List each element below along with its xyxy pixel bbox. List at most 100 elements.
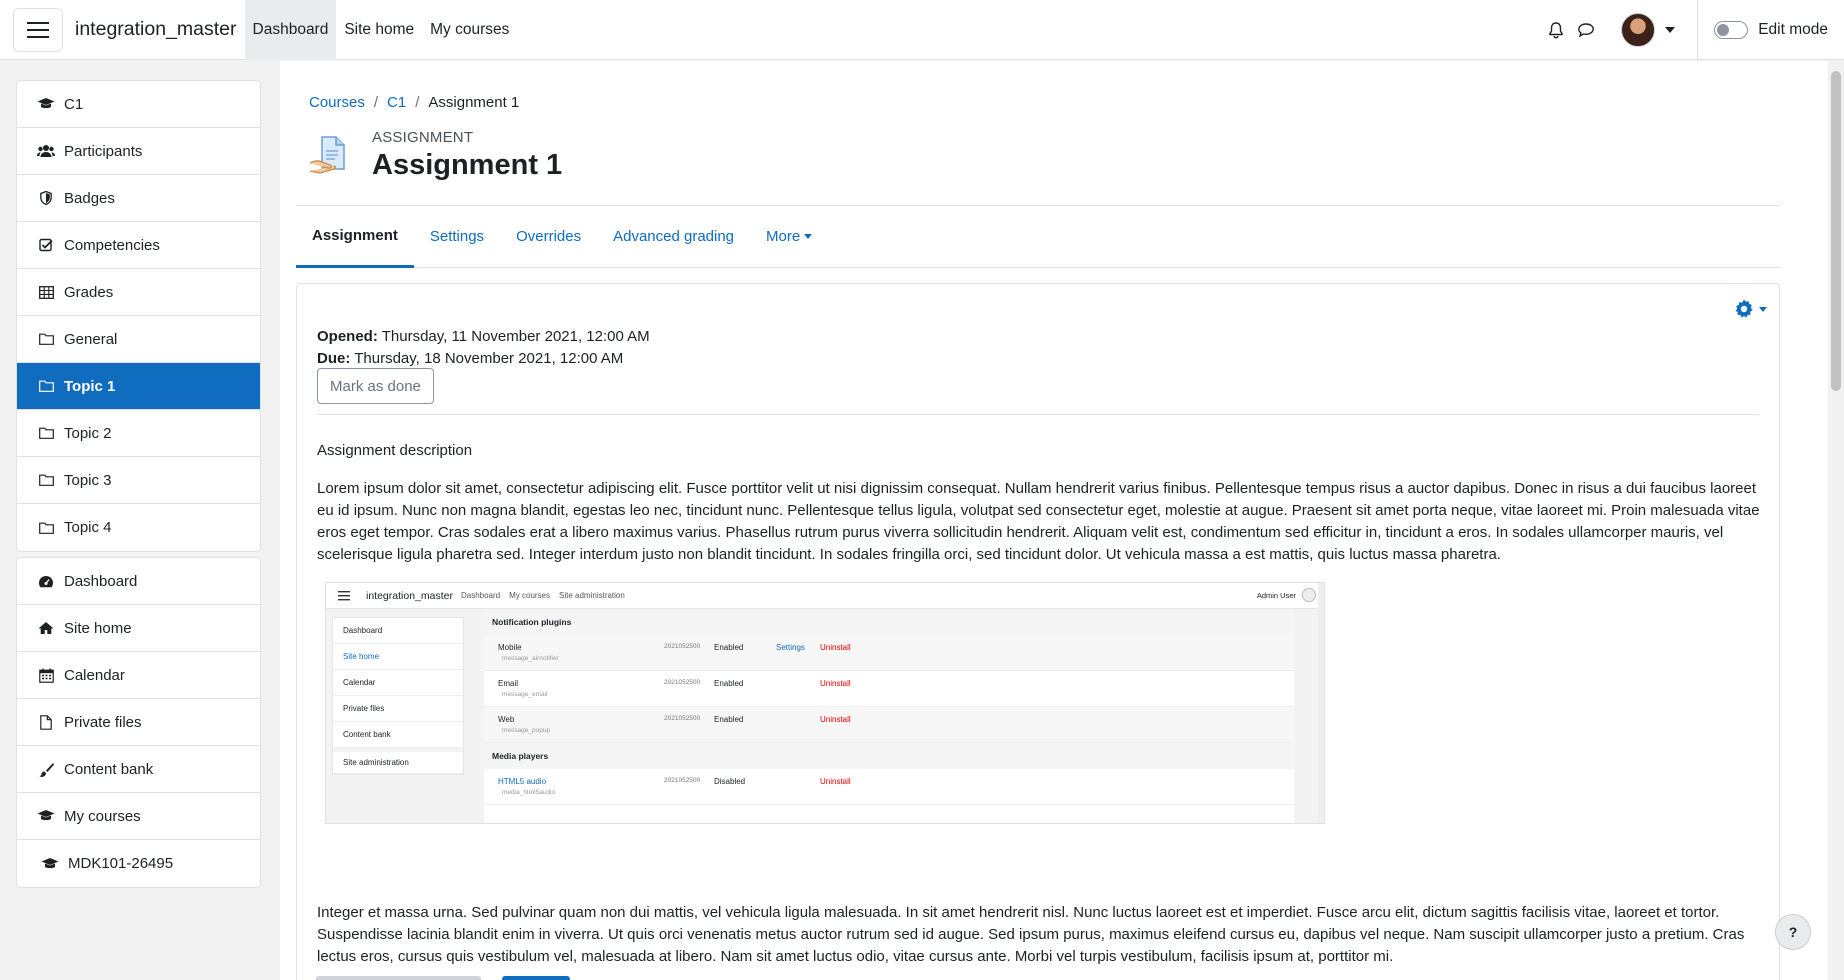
sidebar-item-label: Private files	[64, 713, 142, 731]
nav-my-courses[interactable]: My courses	[422, 0, 517, 60]
graduation-cap-icon	[37, 95, 55, 113]
hamburger-icon	[27, 21, 49, 38]
image-nav-link: Dashboard	[460, 591, 501, 600]
sidebar-item-label: Site home	[64, 619, 132, 637]
sidebar-item-grades[interactable]: Grades	[17, 269, 260, 316]
image-row-uninstall: Uninstall	[820, 715, 851, 724]
image-row: HTML5 audio media_html5audio 2021052500 …	[484, 769, 1294, 805]
notifications-button[interactable]	[1541, 15, 1571, 45]
sidebar-item-general[interactable]: General	[17, 316, 260, 363]
hamburger-icon	[338, 591, 350, 603]
breadcrumb-separator: /	[373, 94, 379, 111]
breadcrumb: Courses / C1 / Assignment 1	[309, 94, 519, 111]
image-row-sub: message_email	[502, 691, 548, 698]
edit-mode-label: Edit mode	[1758, 21, 1828, 38]
tab-assignment[interactable]: Assignment	[296, 206, 414, 268]
image-user-name: Admin User	[1256, 591, 1296, 600]
image-row-name: HTML5 audio	[498, 777, 547, 786]
image-row: Web message_popup 2021052500 Enabled Uni…	[484, 707, 1294, 743]
sidebar-item-label: Topic 2	[64, 424, 112, 442]
image-row-uninstall: Uninstall	[820, 679, 851, 688]
sidebar-item-calendar[interactable]: Calendar	[17, 652, 260, 699]
sidebar-item-content-bank[interactable]: Content bank	[17, 746, 260, 793]
page-scrollbar[interactable]	[1828, 61, 1844, 980]
sidebar-item-site-home[interactable]: Site home	[17, 605, 260, 652]
edit-mode-toggle[interactable]	[1714, 21, 1749, 39]
chevron-down-icon	[1759, 306, 1767, 312]
messages-button[interactable]	[1571, 15, 1601, 45]
image-row-name: Mobile	[498, 643, 522, 652]
actions-menu-button[interactable]	[1733, 298, 1767, 320]
sidebar-item-private-files[interactable]: Private files	[17, 699, 260, 746]
sidebar-item-topic-2[interactable]: Topic 2	[17, 410, 260, 457]
folder-icon	[37, 519, 55, 537]
sidebar-item-label: Dashboard	[64, 572, 138, 590]
table-icon	[37, 283, 55, 301]
image-side-item: Private files	[333, 696, 463, 722]
nav-site-home[interactable]: Site home	[336, 0, 422, 60]
mark-as-done-button[interactable]: Mark as done	[317, 368, 434, 404]
due-date: Thursday, 18 November 2021, 12:00 AM	[354, 350, 624, 367]
sidebar-item-topic-1[interactable]: Topic 1	[17, 363, 260, 410]
submission-button-partial[interactable]	[316, 976, 481, 980]
user-menu-caret-icon[interactable]	[1665, 27, 1676, 33]
image-navbar: integration_master Dashboard My courses …	[326, 583, 1324, 609]
gear-icon	[1735, 299, 1753, 318]
sidebar-item-badges[interactable]: Badges	[17, 175, 260, 222]
image-row-status: Enabled	[714, 643, 744, 652]
image-row-version: 2021052500	[664, 643, 701, 650]
users-icon	[37, 142, 55, 160]
navbar-divider	[1697, 0, 1699, 60]
sidebar-item-label: C1	[64, 95, 84, 113]
sidebar-item-c1[interactable]: C1	[17, 81, 260, 128]
sidebar-item-my-courses[interactable]: My courses	[17, 793, 260, 840]
image-row-name: Web	[498, 715, 515, 724]
primary-button-partial[interactable]	[502, 976, 570, 980]
image-brand: integration_master	[366, 589, 453, 602]
site-brand[interactable]: integration_master	[75, 18, 237, 41]
breadcrumb-courses[interactable]: Courses	[309, 94, 365, 111]
image-row-status: Disabled	[714, 777, 746, 786]
sidebar-item-label: Topic 3	[64, 471, 112, 489]
opened-date: Thursday, 11 November 2021, 12:00 AM	[381, 328, 650, 345]
assignment-icon	[308, 133, 352, 177]
sidebar-item-competencies[interactable]: Competencies	[17, 222, 260, 269]
sidebar-item-participants[interactable]: Participants	[17, 128, 260, 175]
description-paragraph-2: Integer et massa urna. Sed pulvinar quam…	[317, 904, 1745, 965]
sidebar-item-topic-3[interactable]: Topic 3	[17, 457, 260, 504]
tab-advanced-grading[interactable]: Advanced grading	[597, 206, 750, 267]
sidebar-item-course-mdk101[interactable]: MDK101-26495	[17, 840, 260, 887]
sidebar-item-topic-4[interactable]: Topic 4	[17, 504, 260, 551]
image-section-title: Media players	[484, 743, 1294, 769]
site-nav-group: Dashboard Site home Calendar Private fil…	[16, 557, 261, 888]
sidebar-item-label: Content bank	[64, 760, 154, 778]
image-row-name: Email	[498, 679, 519, 688]
image-row-uninstall: Uninstall	[820, 777, 851, 786]
chat-icon	[1578, 23, 1595, 38]
tab-settings[interactable]: Settings	[414, 206, 500, 267]
top-navbar: integration_master Dashboard Site home M…	[0, 0, 1844, 60]
sidebar-item-dashboard[interactable]: Dashboard	[17, 558, 260, 605]
image-row-status: Enabled	[714, 679, 744, 688]
sidebar-item-label: Topic 1	[64, 377, 116, 395]
primary-nav: Dashboard Site home My courses	[244, 0, 518, 60]
tab-overrides[interactable]: Overrides	[500, 206, 597, 267]
user-avatar[interactable]	[1621, 13, 1656, 47]
help-button[interactable]: ?	[1775, 914, 1811, 950]
description-image: integration_master Dashboard My courses …	[325, 582, 1325, 824]
course-nav-group: C1 Participants Badges Competencies Grad…	[16, 80, 261, 552]
menu-toggle-button[interactable]	[13, 7, 63, 52]
image-avatar	[1302, 588, 1316, 602]
image-side-item: Dashboard	[333, 618, 463, 644]
image-row-version: 2021052500	[664, 715, 701, 722]
nav-dashboard[interactable]: Dashboard	[244, 0, 337, 60]
breadcrumb-c1[interactable]: C1	[387, 94, 406, 111]
opened-label: Opened:	[317, 328, 378, 345]
tab-more[interactable]: More	[750, 206, 828, 267]
folder-icon	[37, 377, 55, 395]
scrollbar-thumb[interactable]	[1831, 71, 1841, 391]
calendar-icon	[37, 666, 55, 684]
image-side-item: Calendar	[333, 670, 463, 696]
image-row-version: 2021052500	[664, 679, 701, 686]
page-title: Assignment 1	[372, 149, 563, 181]
